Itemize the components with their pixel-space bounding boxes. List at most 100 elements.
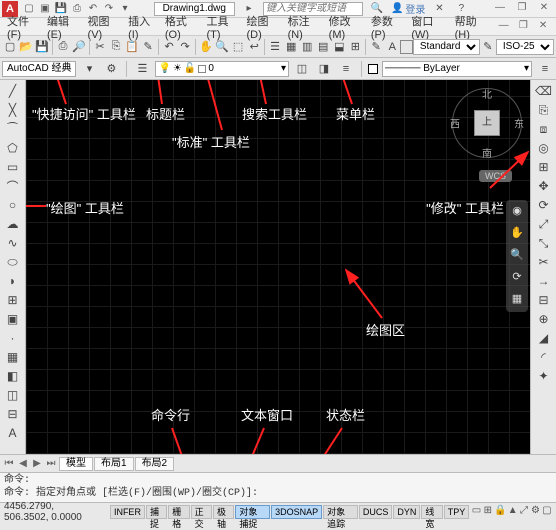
- tb-new-icon[interactable]: ▢: [2, 38, 18, 56]
- status-grid-icon[interactable]: ⊞: [483, 505, 493, 519]
- menu-draw[interactable]: 绘图(D): [243, 13, 282, 41]
- ws-gear-icon[interactable]: ⚙: [102, 60, 120, 78]
- tb-open-icon[interactable]: 📂: [18, 38, 34, 56]
- menu-window[interactable]: 窗口(W): [408, 13, 449, 41]
- ws-dropdown-icon[interactable]: ▾: [80, 60, 98, 78]
- stretch-icon[interactable]: ⤡: [534, 234, 554, 252]
- menu-format[interactable]: 格式(O): [162, 13, 202, 41]
- status-infer[interactable]: INFER: [110, 505, 145, 519]
- offset-icon[interactable]: ◎: [534, 139, 554, 157]
- menu-modify[interactable]: 修改(M): [326, 13, 366, 41]
- menu-edit[interactable]: 编辑(E): [44, 13, 83, 41]
- tb-pan-icon[interactable]: ✋: [198, 38, 214, 56]
- tb-sheet-icon[interactable]: ▤: [315, 38, 331, 56]
- bylayer-combo[interactable]: ───── ByLayer▾: [382, 61, 532, 77]
- block-icon[interactable]: ▣: [3, 310, 23, 328]
- tb-cut-icon[interactable]: ✂: [92, 38, 108, 56]
- rotate-icon[interactable]: ⟳: [534, 196, 554, 214]
- viewcube[interactable]: 北 南 东 西 上: [452, 88, 522, 158]
- status-lock-icon[interactable]: 🔒: [494, 505, 506, 519]
- nav-zoom-icon[interactable]: 🔍: [509, 248, 525, 264]
- doc-minimize-icon[interactable]: —: [495, 20, 513, 34]
- status-ann-icon[interactable]: ▲: [507, 505, 517, 519]
- status-lwt[interactable]: 线宽: [421, 505, 442, 519]
- menu-help[interactable]: 帮助(H): [452, 13, 491, 41]
- tb-text-icon[interactable]: A: [384, 38, 400, 56]
- menu-tools[interactable]: 工具(T): [203, 13, 241, 41]
- textstyle-combo[interactable]: Standard: [413, 39, 480, 55]
- status-otrack[interactable]: 对象追踪: [323, 505, 358, 519]
- tab-model[interactable]: 模型: [59, 457, 93, 471]
- status-3dosnap[interactable]: 3DOSNAP: [271, 505, 322, 519]
- color-swatch[interactable]: [368, 64, 378, 74]
- tb-dc-icon[interactable]: ▦: [283, 38, 299, 56]
- menu-file[interactable]: 文件(F): [4, 13, 42, 41]
- tb-zoom-icon[interactable]: 🔍: [214, 38, 230, 56]
- layer-combo[interactable]: 💡 ☀ 🔓 0 ▾: [155, 61, 289, 77]
- explode-icon[interactable]: ✦: [534, 367, 554, 385]
- tb-redo2-icon[interactable]: ↷: [177, 38, 193, 56]
- xline-icon[interactable]: ╳: [3, 101, 23, 119]
- status-ortho[interactable]: 正交: [191, 505, 212, 519]
- status-clean-icon[interactable]: ▢: [542, 505, 552, 519]
- tb-mark-icon[interactable]: ⬓: [331, 38, 347, 56]
- array-icon[interactable]: ⊞: [534, 158, 554, 176]
- nav-orbit-icon[interactable]: ⟳: [509, 270, 525, 286]
- rect-icon[interactable]: ▭: [3, 158, 23, 176]
- point-icon[interactable]: ·: [3, 329, 23, 347]
- status-dyn[interactable]: DYN: [393, 505, 420, 519]
- status-snap[interactable]: 捕捉: [146, 505, 167, 519]
- polygon-icon[interactable]: ⬠: [3, 139, 23, 157]
- line-icon[interactable]: ╱: [3, 82, 23, 100]
- erase-icon[interactable]: ⌫: [534, 82, 554, 100]
- restore-icon[interactable]: ❐: [512, 2, 532, 16]
- status-grid[interactable]: 栅格: [168, 505, 189, 519]
- menu-insert[interactable]: 插入(I): [125, 13, 160, 41]
- status-polar[interactable]: 极轴: [213, 505, 234, 519]
- tab-layout2[interactable]: 布局2: [135, 457, 175, 471]
- workspace-label[interactable]: AutoCAD 经典: [2, 61, 76, 77]
- tb-dimstyle-icon[interactable]: ✎: [480, 38, 496, 56]
- revcloud-icon[interactable]: ☁: [3, 215, 23, 233]
- viewcube-east[interactable]: 东: [514, 116, 524, 131]
- layer-states-icon[interactable]: ≡: [337, 60, 355, 78]
- ellipse-icon[interactable]: ⬭: [3, 253, 23, 271]
- drawing-area[interactable]: 北 南 东 西 上 WCS ◉ ✋ 🔍 ⟳ ▦ "快捷访问" 工具栏 标题栏 "…: [26, 80, 530, 454]
- viewcube-south[interactable]: 南: [482, 145, 492, 160]
- tb-print-icon[interactable]: ⎙: [55, 38, 71, 56]
- tb-match-icon[interactable]: ✎: [140, 38, 156, 56]
- gradient-icon[interactable]: ◧: [3, 367, 23, 385]
- tb-zoomwin-icon[interactable]: ⬚: [230, 38, 246, 56]
- hatch-icon[interactable]: ▦: [3, 348, 23, 366]
- spline-icon[interactable]: ∿: [3, 234, 23, 252]
- arc-icon[interactable]: ⌒: [3, 177, 23, 195]
- tb-undo2-icon[interactable]: ↶: [161, 38, 177, 56]
- table-icon[interactable]: ⊟: [3, 405, 23, 423]
- insert-icon[interactable]: ⊞: [3, 291, 23, 309]
- doc-close-icon[interactable]: ✕: [534, 20, 552, 34]
- doc-restore-icon[interactable]: ❐: [514, 20, 532, 34]
- break-icon[interactable]: ⊟: [534, 291, 554, 309]
- tb-paste-icon[interactable]: 📋: [124, 38, 140, 56]
- menu-view[interactable]: 视图(V): [85, 13, 124, 41]
- dimstyle-combo[interactable]: ISO-25: [496, 39, 554, 55]
- extend-icon[interactable]: →: [534, 272, 554, 290]
- move-icon[interactable]: ✥: [534, 177, 554, 195]
- tb-save-icon[interactable]: 💾: [34, 38, 50, 56]
- menu-param[interactable]: 参数(P): [368, 13, 407, 41]
- mirror-icon[interactable]: ⧈: [534, 120, 554, 138]
- wcs-badge[interactable]: WCS: [479, 170, 512, 182]
- join-icon[interactable]: ⊕: [534, 310, 554, 328]
- tb-copy-icon[interactable]: ⎘: [108, 38, 124, 56]
- mtext-icon[interactable]: A: [3, 424, 23, 442]
- tb-preview-icon[interactable]: 🔎: [71, 38, 87, 56]
- minimize-icon[interactable]: —: [490, 2, 510, 16]
- nav-pan-icon[interactable]: ✋: [509, 226, 525, 242]
- layer-iso-icon[interactable]: ◫: [293, 60, 311, 78]
- close-icon[interactable]: ✕: [534, 2, 554, 16]
- nav-wheel-icon[interactable]: ◉: [509, 204, 525, 220]
- ellipsearc-icon[interactable]: ◗: [3, 272, 23, 290]
- layer-props-icon[interactable]: ☰: [133, 60, 151, 78]
- tab-layout1[interactable]: 布局1: [94, 457, 134, 471]
- status-scale-icon[interactable]: ⤢: [519, 505, 529, 519]
